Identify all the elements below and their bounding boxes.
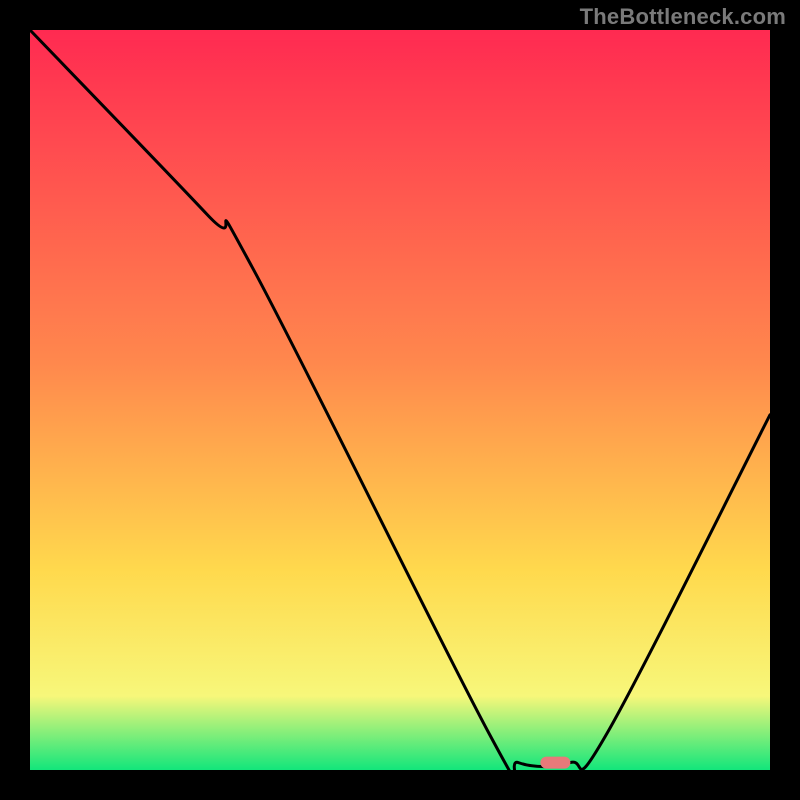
chart-plot-area — [30, 30, 770, 770]
watermark-text: TheBottleneck.com — [580, 4, 786, 30]
chart-svg — [30, 30, 770, 770]
gradient-background — [30, 30, 770, 770]
optimum-marker — [540, 757, 570, 769]
